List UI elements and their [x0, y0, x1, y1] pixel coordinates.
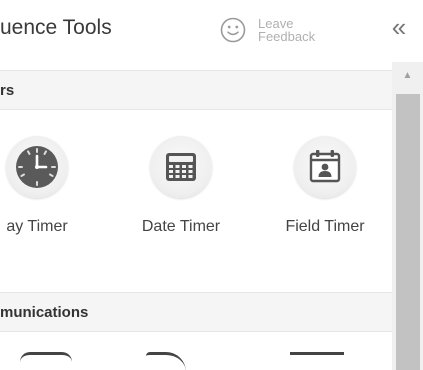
tool-icon-badge — [294, 136, 356, 198]
calendar-contact-icon — [309, 150, 341, 183]
tool-label: ay Timer — [6, 218, 68, 235]
scroll-up-button[interactable]: ▲ — [392, 62, 423, 90]
clock-icon — [16, 146, 58, 188]
communications-items — [0, 332, 392, 370]
calculator-icon — [166, 153, 196, 181]
smiley-icon — [220, 17, 246, 43]
tool-tile-day-timer[interactable]: ay Timer — [0, 110, 102, 292]
leave-feedback-label: Leave Feedback — [258, 16, 316, 44]
partial-tool-icon[interactable] — [146, 352, 186, 370]
double-chevron-left-icon: « — [391, 12, 407, 42]
triangle-up-icon: ▲ — [402, 70, 413, 81]
timers-items: ay Timer Date Timer Field Timer — [0, 110, 392, 292]
partial-tool-icon[interactable] — [290, 352, 344, 370]
tool-tile-field-timer[interactable]: Field Timer — [260, 110, 390, 292]
tool-label: Field Timer — [285, 218, 365, 235]
tool-label: Date Timer — [141, 218, 221, 235]
section-title: rs — [0, 82, 15, 99]
collapse-panel-button[interactable]: « — [384, 12, 414, 42]
section-header-timers: rs — [0, 70, 392, 110]
section-header-communications: munications — [0, 292, 392, 332]
section-title: munications — [0, 304, 89, 321]
panel-title: uence Tools — [0, 16, 112, 39]
leave-feedback-button[interactable]: Leave Feedback — [220, 10, 354, 50]
tool-icon-badge — [6, 136, 68, 198]
tools-list: rs ay Timer Date Timer Field Timer munic… — [0, 62, 392, 370]
scroll-thumb[interactable] — [396, 94, 420, 370]
side-panel: uence Tools Leave Feedback « rs ay Timer… — [0, 0, 423, 370]
tool-icon-badge — [150, 136, 212, 198]
panel-header: uence Tools Leave Feedback « — [0, 0, 423, 62]
tool-tile-date-timer[interactable]: Date Timer — [116, 110, 246, 292]
vertical-scrollbar[interactable]: ▲ — [392, 62, 423, 370]
partial-tool-icon[interactable] — [20, 352, 72, 370]
